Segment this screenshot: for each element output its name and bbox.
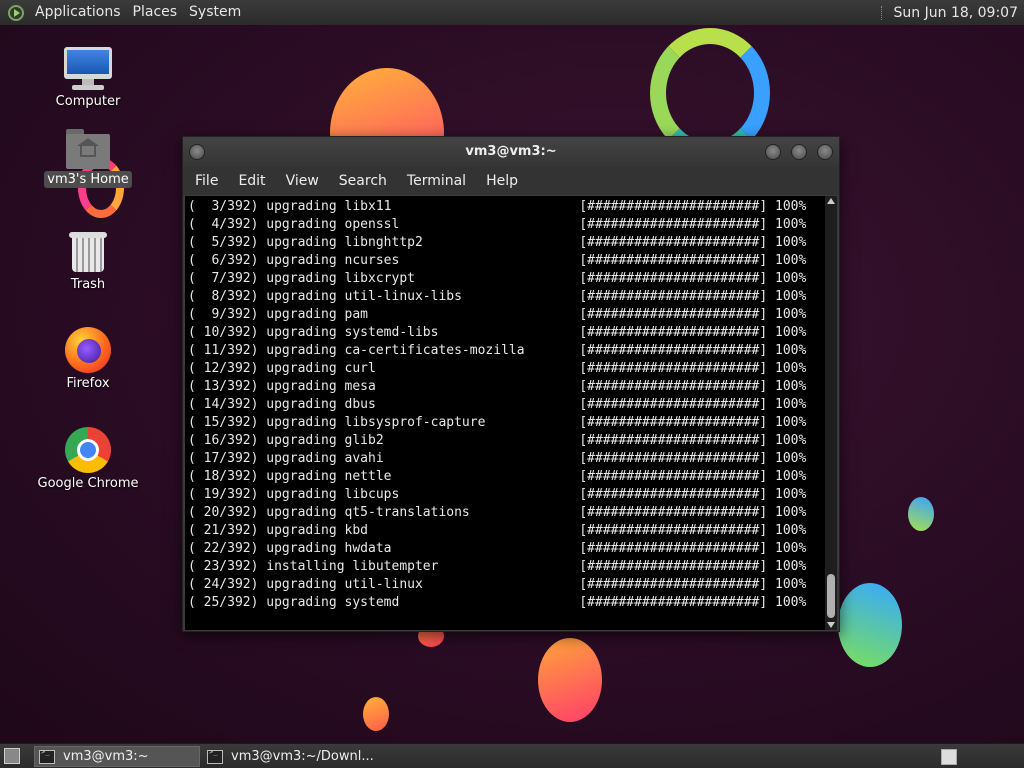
places-menu[interactable]: Places — [127, 0, 184, 25]
applications-menu[interactable]: Applications — [29, 0, 127, 25]
desktop-icon-computer[interactable]: Computer — [33, 47, 143, 110]
show-desktop-icon[interactable] — [4, 748, 20, 764]
terminal-text: ( 3/392) upgrading libx11 [#############… — [188, 199, 807, 610]
home-folder-icon — [66, 129, 110, 169]
taskbar-item-terminal-downloads[interactable]: vm3@vm3:~/Downl... — [203, 746, 433, 767]
terminal-menubar: File Edit View Search Terminal Help — [183, 167, 839, 195]
scroll-down-arrow-icon[interactable] — [827, 622, 835, 628]
panel-separator — [880, 5, 886, 20]
window-title: vm3@vm3:~ — [465, 144, 557, 159]
terminal-scrollbar[interactable] — [825, 196, 837, 630]
menu-view[interactable]: View — [278, 173, 327, 189]
menu-help[interactable]: Help — [478, 173, 526, 189]
scrollbar-thumb[interactable] — [827, 574, 835, 618]
small-orange-blob — [363, 697, 389, 731]
blue-green-blob — [838, 583, 902, 667]
terminal-icon — [207, 748, 223, 764]
chrome-icon — [65, 427, 111, 473]
terminal-window[interactable]: vm3@vm3:~ File Edit View Search Terminal… — [182, 136, 840, 632]
desktop-icon-label: vm3's Home — [44, 171, 132, 188]
desktop-icon-label: Computer — [55, 94, 121, 109]
mate-logo-icon[interactable] — [8, 4, 24, 21]
desktop-icon-label: Trash — [70, 277, 106, 292]
desktop-icon-label: Firefox — [66, 376, 110, 391]
trash-icon — [69, 230, 107, 274]
window-titlebar[interactable]: vm3@vm3:~ — [183, 137, 839, 167]
system-menu[interactable]: System — [183, 0, 247, 25]
minimize-button[interactable] — [765, 144, 781, 160]
scroll-up-arrow-icon[interactable] — [827, 198, 835, 204]
window-menu-button[interactable] — [189, 144, 205, 160]
taskbar-item-terminal[interactable]: vm3@vm3:~ — [34, 746, 200, 767]
top-panel: Applications Places System Sun Jun 18, 0… — [0, 0, 1024, 26]
desktop-icon-chrome[interactable]: Google Chrome — [33, 427, 143, 492]
bottom-panel: vm3@vm3:~ vm3@vm3:~/Downl... — [0, 743, 1024, 768]
taskbar-item-label: vm3@vm3:~/Downl... — [231, 749, 374, 764]
menu-terminal[interactable]: Terminal — [399, 173, 474, 189]
terminal-icon — [39, 748, 55, 764]
pink-orange-blob — [538, 638, 602, 722]
taskbar-item-label: vm3@vm3:~ — [63, 749, 149, 764]
close-button[interactable] — [817, 144, 833, 160]
computer-icon — [64, 47, 112, 91]
firefox-icon — [65, 327, 111, 373]
menu-edit[interactable]: Edit — [230, 173, 273, 189]
desktop-icon-trash[interactable]: Trash — [33, 230, 143, 293]
desktop-icon-home[interactable]: vm3's Home — [33, 129, 143, 188]
terminal-output[interactable]: ( 3/392) upgrading libx11 [#############… — [185, 196, 825, 630]
menu-file[interactable]: File — [187, 173, 226, 189]
clock[interactable]: Sun Jun 18, 09:07 — [894, 5, 1018, 21]
desktop-icon-label: Google Chrome — [37, 476, 139, 491]
desktop-icon-firefox[interactable]: Firefox — [33, 327, 143, 392]
small-blue-blob — [908, 497, 934, 531]
maximize-button[interactable] — [791, 144, 807, 160]
menu-search[interactable]: Search — [331, 173, 395, 189]
workspace-switcher[interactable] — [941, 749, 957, 765]
